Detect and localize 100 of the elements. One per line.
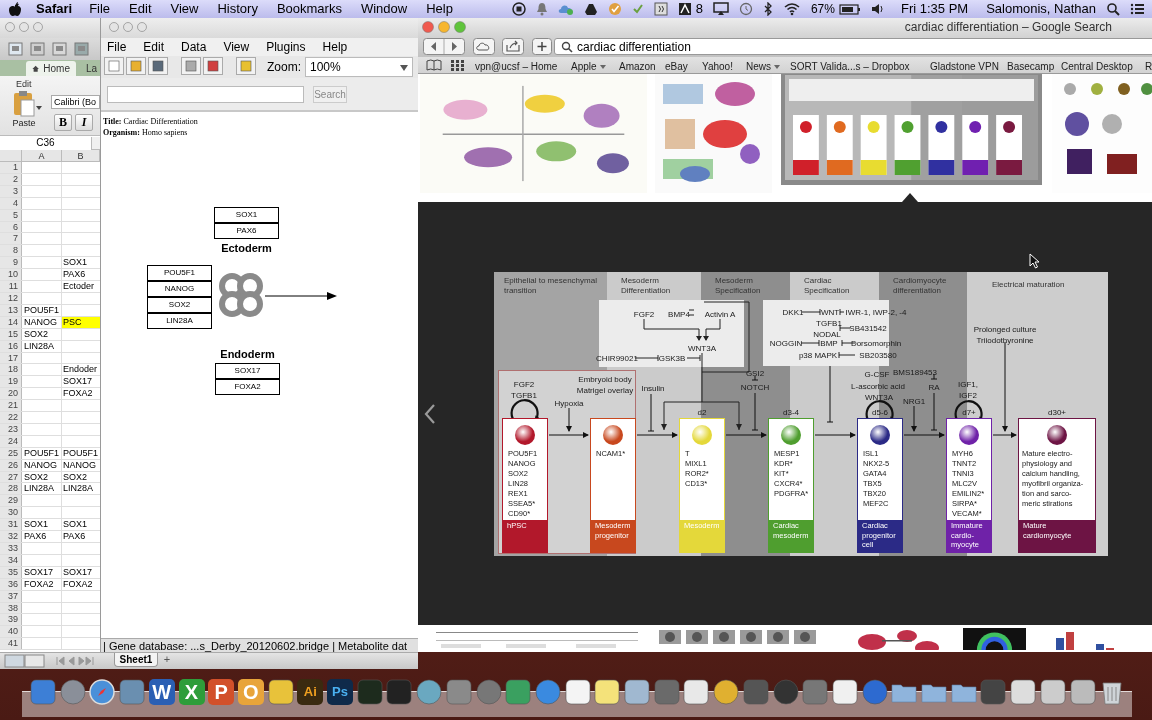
round-app-icon[interactable] [59, 679, 86, 705]
user-name[interactable]: Salomonis, Nathan [986, 0, 1096, 19]
caret-icon[interactable] [36, 106, 42, 110]
bookmark-link[interactable]: Apple [571, 59, 606, 74]
italic-button[interactable]: I [75, 114, 93, 131]
table-cell[interactable]: LIN28A [22, 483, 62, 495]
gene-box[interactable]: LIN28A [147, 313, 212, 329]
record-icon[interactable] [511, 2, 526, 16]
bluetooth-icon[interactable] [762, 2, 773, 16]
table-cell[interactable]: SOX1 [62, 519, 100, 531]
app-icon[interactable] [1069, 679, 1096, 705]
app-icon[interactable] [683, 679, 710, 705]
bell-icon[interactable] [535, 2, 548, 16]
table-cell[interactable]: SOX2 [22, 328, 62, 340]
table-cell[interactable]: LIN28A [62, 483, 100, 495]
app-tile[interactable]: P [208, 679, 235, 705]
table-cell[interactable]: PAX6 [22, 531, 62, 542]
app-icon[interactable] [624, 679, 650, 705]
bookmark-link[interactable]: Central Desktop [1061, 59, 1133, 74]
wifi-icon[interactable] [782, 2, 801, 16]
check-icon[interactable] [631, 2, 644, 16]
zoom-dropdown[interactable]: 100% [305, 57, 413, 77]
menu-item[interactable]: Edit [143, 38, 165, 56]
table-cell[interactable]: SOX2 [62, 471, 100, 483]
table-cell[interactable]: SOX17 [22, 566, 62, 578]
battery-icon[interactable] [838, 2, 861, 16]
app-tile[interactable]: Ps [327, 679, 353, 705]
table-cell[interactable]: POU5F1 [22, 304, 62, 316]
close-button-icon[interactable] [422, 21, 434, 33]
bookmark-link[interactable]: Yahoo! [702, 59, 733, 74]
ribbon-tab[interactable]: La [84, 61, 100, 76]
table-cell[interactable]: SOX17 [62, 376, 100, 388]
bookmark-link[interactable]: Basecamp [1007, 59, 1055, 74]
round-app-icon[interactable] [772, 679, 799, 705]
round-app-icon[interactable] [534, 679, 561, 705]
address-field[interactable]: cardiac differentiation [554, 38, 1152, 55]
column-header[interactable]: A [22, 150, 62, 161]
ribbon-tab[interactable]: Home [26, 61, 76, 76]
app-icon[interactable] [1010, 679, 1037, 705]
table-cell[interactable]: POU5F1 [62, 447, 100, 459]
app-tile[interactable]: W [148, 679, 175, 705]
search-icon[interactable] [1106, 2, 1120, 16]
menu-item[interactable]: Data [181, 38, 207, 56]
gene-box[interactable]: PAX6 [214, 223, 279, 239]
round-app-icon[interactable] [861, 679, 888, 705]
menu-item[interactable]: Help [426, 0, 453, 19]
gene-box[interactable]: SOX17 [215, 363, 280, 379]
app-icon[interactable] [1039, 679, 1066, 705]
table-cell[interactable]: LIN28A [22, 340, 62, 352]
paste-button[interactable]: Paste [6, 90, 42, 128]
table-cell[interactable]: POU5F1 [22, 447, 62, 459]
menu-item[interactable]: History [217, 0, 258, 19]
check-badge-icon[interactable] [607, 2, 622, 16]
round-app-icon[interactable] [416, 679, 443, 705]
box-icon[interactable] [653, 2, 668, 16]
bookmark-link[interactable]: SORT Valida...s – Dropbox [790, 59, 910, 74]
display-icon[interactable] [712, 2, 729, 16]
speaker-icon[interactable] [870, 2, 885, 16]
table-cell[interactable]: SOX1 [62, 257, 100, 269]
add-tab-icon[interactable] [532, 38, 552, 55]
font-field[interactable]: Calibri (Bo [51, 95, 100, 109]
table-cell[interactable]: NANOG [62, 459, 100, 471]
compass-icon[interactable] [89, 679, 116, 705]
cloud-icon[interactable] [557, 2, 574, 16]
app-icon[interactable] [267, 679, 294, 705]
table-cell[interactable]: FOXA2 [62, 578, 100, 590]
table-cell[interactable]: PSC [62, 316, 100, 328]
gene-box[interactable]: POU5F1 [147, 265, 212, 281]
table-cell[interactable]: PAX6 [62, 531, 100, 542]
list-icon[interactable] [1130, 2, 1144, 16]
menu-item[interactable]: Window [360, 0, 408, 19]
menu-item[interactable]: View [223, 38, 250, 56]
bookmark-link[interactable]: News [746, 59, 780, 74]
bookmark-link[interactable]: R [1145, 59, 1152, 74]
table-cell[interactable]: SOX1 [22, 519, 62, 531]
bookmark-link[interactable]: Amazon [619, 59, 656, 74]
gene-box[interactable]: FOXA2 [215, 379, 280, 395]
cloud-icon[interactable] [473, 38, 495, 55]
apple-icon[interactable] [8, 1, 22, 17]
book-icon[interactable] [426, 59, 442, 71]
table-cell[interactable]: NANOG [22, 459, 62, 471]
table-cell[interactable]: Endoder [62, 364, 100, 376]
app-menu[interactable]: Safari [36, 0, 73, 19]
app-tile[interactable]: Ai [297, 679, 324, 705]
bold-button[interactable]: B [54, 114, 72, 131]
bookmark-link[interactable]: Gladstone VPN [930, 59, 999, 74]
app-icon[interactable] [831, 679, 858, 705]
search-field[interactable] [107, 86, 304, 103]
app-tile[interactable]: X [178, 679, 205, 705]
round-app-icon[interactable] [475, 679, 502, 705]
add-sheet-button[interactable]: + [160, 653, 174, 667]
sheet-tab[interactable]: Sheet1 [114, 653, 158, 667]
menu-item[interactable]: Help [322, 38, 348, 56]
menu-item[interactable]: File [107, 38, 127, 56]
back-forward-icon[interactable] [423, 38, 465, 55]
table-cell[interactable]: Ectoder [62, 281, 100, 292]
table-cell[interactable]: FOXA2 [62, 388, 100, 400]
menu-item[interactable]: Bookmarks [276, 0, 342, 19]
app-icon[interactable] [594, 679, 621, 705]
round-app-icon[interactable] [713, 679, 740, 705]
